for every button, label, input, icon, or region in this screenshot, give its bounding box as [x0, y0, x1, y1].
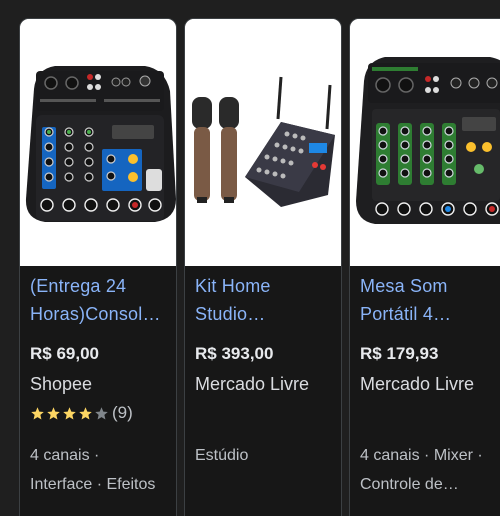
star-filled-icon: [31, 406, 44, 419]
star-filled-icon: [47, 406, 60, 419]
star-empty-icon: [95, 406, 108, 419]
product-store: Shopee: [30, 374, 93, 394]
microphones-and-mixer-image: [185, 19, 341, 266]
product-price: R$ 69,00: [30, 344, 99, 363]
product-description: Estúdio: [195, 447, 249, 464]
product-store: Mercado Livre: [360, 374, 475, 394]
product-price: R$ 393,00: [195, 344, 274, 363]
product-title-link[interactable]: Mesa Som Portátil 4…: [360, 272, 500, 328]
rating-count: (9): [112, 403, 133, 422]
product-image[interactable]: [185, 19, 341, 266]
product-image[interactable]: [350, 19, 500, 266]
product-title-link[interactable]: Kit Home Studio…: [195, 272, 333, 328]
product-store: Mercado Livre: [195, 374, 310, 394]
product-card[interactable]: Mesa Som Portátil 4… R$ 179,93 Mercado L…: [349, 18, 500, 516]
portable-mixer-image: [350, 19, 500, 266]
shopping-results-carousel: (Entrega 24 Horas)Consol… R$ 69,00 Shope…: [0, 0, 500, 516]
product-description: 4 canais · Mixer · Controle de…: [360, 447, 483, 493]
product-title-link[interactable]: (Entrega 24 Horas)Consol…: [30, 272, 168, 328]
star-filled-icon: [79, 406, 92, 419]
product-price: R$ 179,93: [360, 344, 439, 363]
product-card[interactable]: (Entrega 24 Horas)Consol… R$ 69,00 Shope…: [19, 18, 177, 516]
product-image[interactable]: [20, 19, 176, 266]
rating-stars: [30, 406, 110, 421]
product-description: 4 canais · Interface · Efeitos: [30, 447, 156, 493]
product-card[interactable]: Kit Home Studio… R$ 393,00 Mercado Livre…: [184, 18, 342, 516]
product-rating: (9): [30, 402, 133, 424]
star-filled-icon: [63, 406, 76, 419]
audio-mixer-image: [20, 19, 176, 266]
